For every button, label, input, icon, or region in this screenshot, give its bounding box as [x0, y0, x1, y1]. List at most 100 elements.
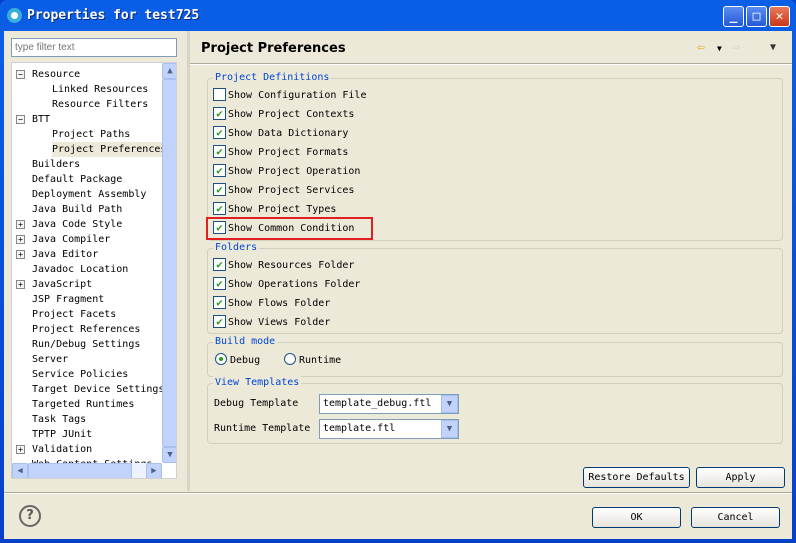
tree-item[interactable]: Project Paths — [52, 127, 130, 142]
checkbox-show-project-types[interactable]: ✔ Show Project Types — [213, 201, 336, 218]
property-tree: Web Project SettingsWeb Content Settings… — [11, 62, 177, 479]
scroll-down-button[interactable]: ▼ — [162, 447, 176, 463]
radio-button[interactable] — [284, 353, 296, 365]
tree-item[interactable]: Target Device Settings — [32, 382, 164, 397]
tree-item[interactable]: Project Facets — [32, 307, 116, 322]
checkbox-show-project-services[interactable]: ✔ Show Project Services — [213, 182, 354, 199]
debug-template-label: Debug Template — [214, 398, 299, 409]
tree-item[interactable]: Default Package — [32, 172, 122, 187]
back-icon[interactable]: ⇦ — [697, 40, 705, 55]
checkbox-show-project-contexts[interactable]: ✔ Show Project Contexts — [213, 106, 354, 123]
tree-item[interactable]: Resource Filters — [52, 97, 148, 112]
expand-icon[interactable]: + — [16, 220, 25, 229]
group-label: Build mode — [213, 335, 278, 349]
tree-item[interactable]: Resource — [32, 67, 80, 82]
collapse-icon[interactable]: − — [16, 115, 25, 124]
title-bar: Properties for test725 _ □ ✕ — [0, 0, 796, 31]
tree-item[interactable]: Builders — [32, 157, 80, 172]
checkmark-icon[interactable]: ✔ — [213, 125, 226, 139]
tree-item[interactable]: Javadoc Location — [32, 262, 128, 277]
restore-defaults-button[interactable]: Restore Defaults — [583, 467, 690, 488]
tree-item[interactable]: Java Build Path — [32, 202, 122, 217]
tree-item[interactable]: Task Tags — [32, 412, 86, 427]
tree-item[interactable]: Deployment Assembly — [32, 187, 146, 202]
group-label: View Templates — [213, 376, 302, 390]
tree-item[interactable]: Server — [32, 352, 68, 367]
checkmark-icon[interactable]: ✔ — [213, 201, 226, 215]
checkmark-icon[interactable]: ✔ — [213, 163, 226, 177]
tree-item-label: Java Compiler — [32, 234, 111, 245]
chevron-down-icon[interactable]: ▼ — [441, 395, 458, 413]
checkbox-show-project-formats[interactable]: ✔ Show Project Formats — [213, 144, 349, 161]
expand-icon[interactable]: + — [16, 445, 25, 454]
tree-item[interactable]: Project References — [32, 322, 140, 337]
filter-input[interactable] — [11, 38, 177, 57]
tree-item[interactable]: Java Code Style — [32, 217, 122, 232]
checkbox-show-flows-folder[interactable]: ✔ Show Flows Folder — [213, 295, 330, 312]
tree-item[interactable]: Java Compiler — [32, 232, 110, 247]
checkmark-icon[interactable]: ✔ — [213, 276, 226, 290]
tree-item-label: Run/Debug Settings — [32, 339, 141, 350]
checkmark-icon[interactable]: ✔ — [213, 295, 226, 309]
checkbox-show-views-folder[interactable]: ✔ Show Views Folder — [213, 314, 330, 331]
tree-item[interactable]: Linked Resources — [52, 82, 148, 97]
ok-button[interactable]: OK — [592, 507, 681, 528]
tree-item[interactable]: Service Policies — [32, 367, 128, 382]
expand-icon[interactable]: + — [16, 280, 25, 289]
tree-item[interactable]: Project Preferences — [52, 142, 167, 157]
cancel-button[interactable]: Cancel — [691, 507, 780, 528]
scroll-left-button[interactable]: ◀ — [12, 463, 28, 478]
hscroll-thumb[interactable] — [28, 463, 132, 478]
radio-debug[interactable]: Debug — [215, 353, 260, 369]
checkbox-box[interactable] — [213, 87, 226, 101]
tree-item[interactable]: Validation — [32, 442, 92, 457]
radio-button[interactable] — [215, 353, 227, 365]
runtime-template-select[interactable]: template.ftl ▼ — [319, 419, 459, 439]
tree-item[interactable]: Run/Debug Settings — [32, 337, 140, 352]
tree-item[interactable]: BTT — [32, 112, 50, 127]
checkmark-icon[interactable]: ✔ — [213, 257, 226, 271]
scroll-up-button[interactable]: ▲ — [162, 63, 176, 79]
checkmark-icon[interactable]: ✔ — [213, 106, 226, 120]
checkmark-icon[interactable]: ✔ — [213, 314, 226, 328]
tree-item-label: Builders — [32, 159, 81, 170]
radio-runtime[interactable]: Runtime — [284, 353, 341, 369]
radio-label: Debug — [230, 355, 261, 366]
checkbox-label: Show Project Operation — [228, 166, 361, 177]
scroll-thumb[interactable] — [162, 79, 176, 447]
collapse-icon[interactable]: − — [16, 70, 25, 79]
tree-item[interactable]: TPTP JUnit — [32, 427, 92, 442]
tree-horizontal-scrollbar[interactable]: ◀ ▶ — [12, 463, 162, 478]
scroll-right-button[interactable]: ▶ — [146, 463, 162, 478]
chevron-down-icon[interactable]: ▼ — [441, 420, 458, 438]
minimize-button[interactable]: _ — [723, 6, 744, 27]
debug-template-select[interactable]: template_debug.ftl ▼ — [319, 394, 459, 414]
header-separator — [190, 63, 792, 65]
checkbox-show-data-dictionary[interactable]: ✔ Show Data Dictionary — [213, 125, 348, 142]
tree-vertical-scrollbar[interactable]: ▲ ▼ — [162, 63, 176, 463]
checkbox-show-resources-folder[interactable]: ✔ Show Resources Folder — [213, 257, 354, 274]
checkbox-show-project-operation[interactable]: ✔ Show Project Operation — [213, 163, 361, 180]
checkmark-icon[interactable]: ✔ — [213, 144, 226, 158]
tree-item[interactable]: JavaScript — [32, 277, 92, 292]
expand-icon[interactable]: + — [16, 250, 25, 259]
checkbox-show-operations-folder[interactable]: ✔ Show Operations Folder — [213, 276, 360, 293]
back-dropdown-icon[interactable]: ▼ — [717, 44, 722, 53]
tree-item-label: Service Policies — [32, 369, 129, 380]
help-icon[interactable]: ? — [19, 505, 41, 527]
tree-item-label: Target Device Settings — [32, 384, 165, 395]
checkmark-icon[interactable]: ✔ — [213, 182, 226, 196]
build-mode-group: Build mode Debug Runtime — [207, 335, 783, 377]
expand-icon[interactable]: + — [16, 235, 25, 244]
apply-button[interactable]: Apply — [696, 467, 785, 488]
checkbox-label: Show Project Formats — [228, 147, 349, 158]
tree-item-label: Server — [32, 354, 69, 365]
maximize-button[interactable]: □ — [746, 6, 767, 27]
preference-page: Project Preferences ⇦ ▼ ⇨ ▼ Project Defi… — [190, 31, 792, 491]
tree-item[interactable]: JSP Fragment — [32, 292, 104, 307]
tree-item[interactable]: Java Editor — [32, 247, 98, 262]
close-button[interactable]: ✕ — [769, 6, 790, 27]
view-menu-icon[interactable]: ▼ — [770, 42, 776, 53]
tree-item[interactable]: Targeted Runtimes — [32, 397, 134, 412]
checkbox-show-configuration-file[interactable]: Show Configuration File — [213, 87, 366, 104]
